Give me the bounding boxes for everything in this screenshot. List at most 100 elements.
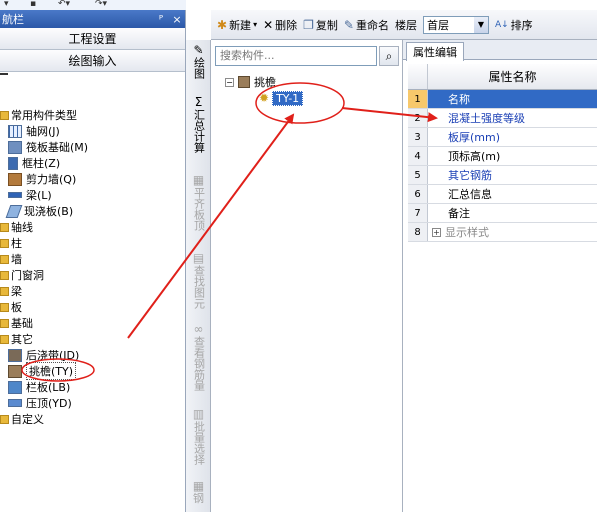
tree-item-grid[interactable]: 轴网(J) (8, 123, 60, 139)
tree-item-eave[interactable]: 挑檐(TY) (8, 362, 77, 380)
rebar-3d-label: 钢 (193, 492, 204, 505)
component-toolbar: ✱ 新建 ▾ ✕ 删除 ❐ 复制 ✎ 重命名 楼层 首层 ▼ A↓ 排序 (211, 10, 597, 40)
property-row[interactable]: 8 + 显示样式 (408, 223, 597, 242)
folder-icon (0, 302, 9, 312)
navigator-title-bar: 航栏 ᴾ × (0, 10, 185, 28)
pin-icon[interactable]: ᴾ (153, 13, 169, 26)
vertical-toolbar: ✎ 绘图 Σ 汇总计算 ▦ 平齐板顶 ▤ 查找图元 ∞ 查看钢筋量 ▥ 批量选择… (186, 40, 211, 512)
redo-icon[interactable]: ↷▾ (95, 0, 107, 10)
tree-item-raft[interactable]: 筏板基础(M) (8, 139, 88, 155)
eave-icon (8, 364, 22, 378)
view-rebar-button[interactable]: ∞ 查看钢筋量 (186, 323, 211, 391)
draw-button[interactable]: ✎ 绘图 (186, 44, 211, 79)
search-input[interactable]: 搜索构件... (215, 46, 377, 66)
new-icon: ✱ (217, 17, 228, 32)
collapse-icon[interactable]: − (225, 77, 234, 87)
batch-icon: ▥ (192, 407, 205, 421)
property-row[interactable]: 7 备注 (408, 204, 597, 223)
property-row[interactable]: 4 顶标高(m) (408, 147, 597, 166)
new-button[interactable]: ✱ 新建 ▾ (217, 17, 257, 33)
drawing-input-button[interactable]: 绘图输入 (0, 50, 185, 72)
project-settings-button[interactable]: 工程设置 (0, 28, 185, 50)
gear-icon: ✹ (259, 91, 270, 105)
tree-item-axis[interactable]: 轴线 (0, 219, 33, 235)
tree-item-coping[interactable]: 压顶(YD) (8, 395, 72, 411)
property-row[interactable]: 5 其它钢筋 (408, 166, 597, 185)
delete-button[interactable]: ✕ 删除 (263, 17, 297, 33)
property-row[interactable]: 1 名称 (408, 90, 597, 109)
eave-root-icon (238, 76, 250, 88)
property-row[interactable]: 3 板厚(mm) (408, 128, 597, 147)
chevron-down-icon: ▾ (253, 20, 258, 29)
folder-icon (0, 286, 9, 296)
slab-icon (5, 204, 23, 218)
tree-item-wall[interactable]: 墙 (0, 251, 22, 267)
grid-icon (8, 124, 22, 138)
copy-icon: ❐ (303, 17, 314, 32)
tree-item-slab[interactable]: 板 (0, 299, 22, 315)
tree-item-beam[interactable]: 梁(L) (8, 187, 52, 203)
delete-icon: ✕ (263, 17, 274, 32)
batch-select-button[interactable]: ▥ 批量选择 (186, 408, 211, 465)
property-row[interactable]: 2 混凝土强度等级 (408, 109, 597, 128)
floor-select[interactable]: 首层 ▼ (422, 15, 489, 34)
sort-icon: A↓ (494, 19, 509, 30)
tree-item-railing[interactable]: 栏板(LB) (8, 379, 70, 395)
property-row[interactable]: 6 汇总信息 (408, 185, 597, 204)
tree-item-custom[interactable]: 自定义 (0, 411, 44, 427)
component-root[interactable]: − 挑檐 (225, 74, 276, 90)
flush-icon: ▦ (192, 173, 205, 187)
navigator-panel: 航栏 ᴾ × 工程设置 绘图输入 常用构件类型 轴网(J) 筏板基础(M) 框柱… (0, 10, 186, 512)
dropdown-icon[interactable]: ▾ (4, 0, 9, 10)
rename-button[interactable]: ✎ 重命名 (344, 17, 389, 33)
folder-icon (0, 222, 9, 232)
top-toolbar-strip: ▾ ▪ ↶▾ ↷▾ (0, 0, 186, 10)
raft-foundation-icon (8, 140, 22, 154)
tree-item-shear-wall[interactable]: 剪力墙(Q) (8, 171, 76, 187)
search-icon[interactable]: ⌕ (379, 46, 399, 66)
tree-item-foundation[interactable]: 基础 (0, 315, 33, 331)
tree-item-door-window[interactable]: 门窗洞 (0, 267, 44, 283)
undo-icon[interactable]: ↶▾ (58, 0, 70, 10)
rename-icon: ✎ (343, 17, 354, 32)
tree-item-frame-column[interactable]: 框柱(Z) (8, 155, 60, 171)
column-icon (8, 156, 18, 170)
tree-item-post-strip[interactable]: 后浇带(JD) (8, 347, 79, 363)
folder-icon (0, 334, 9, 344)
post-pour-strip-icon (8, 348, 22, 362)
tree-item-other[interactable]: 其它 (0, 331, 33, 347)
folder-icon (0, 254, 9, 264)
wall-icon (8, 172, 22, 186)
summary-calc-button[interactable]: Σ 汇总计算 (186, 96, 211, 153)
summary-calc-label: 汇总计算 (192, 109, 206, 153)
navigator-title: 航栏 (2, 13, 24, 26)
tree-collapse-marker (0, 66, 8, 82)
close-icon[interactable]: × (169, 13, 185, 26)
component-item-ty1[interactable]: ✹ TY-1 (259, 90, 304, 106)
rebar-icon: ▦ (192, 479, 205, 493)
tree-item-column[interactable]: 柱 (0, 235, 22, 251)
folder-icon (0, 270, 9, 280)
pencil-icon: ✎ (193, 43, 204, 57)
component-list-panel: 搜索构件... ⌕ − 挑檐 ✹ TY-1 (211, 40, 403, 512)
tab-property-edit[interactable]: 属性编辑 (406, 42, 464, 61)
expand-icon[interactable]: + (432, 227, 441, 237)
tree-item-common[interactable]: 常用构件类型 (0, 107, 77, 123)
copy-button[interactable]: ❐ 复制 (303, 17, 338, 33)
property-tabs: 属性编辑 (403, 40, 597, 61)
save-icon[interactable]: ▪ (30, 0, 36, 10)
folder-icon (0, 414, 9, 424)
flush-slab-top-button[interactable]: ▦ 平齐板顶 (186, 174, 211, 231)
flush-slab-top-label: 平齐板顶 (192, 187, 206, 231)
tree-item-cast-slab[interactable]: 现浇板(B) (5, 203, 73, 219)
folder-icon (0, 318, 9, 328)
rebar-3d-button[interactable]: ▦ 钢 (186, 480, 211, 505)
beam-icon (8, 192, 22, 198)
tree-item-beam-group[interactable]: 梁 (0, 283, 22, 299)
sort-button[interactable]: A↓ 排序 (495, 17, 533, 33)
property-editor: 属性编辑 属性名称 1 名称 2 混凝土强度等级 3 板厚(mm) 4 顶标高(… (403, 40, 597, 512)
folder-icon (0, 238, 9, 248)
find-element-button[interactable]: ▤ 查找图元 (186, 252, 211, 309)
sigma-icon: Σ (194, 95, 203, 109)
batch-select-label: 批量选择 (192, 421, 206, 465)
